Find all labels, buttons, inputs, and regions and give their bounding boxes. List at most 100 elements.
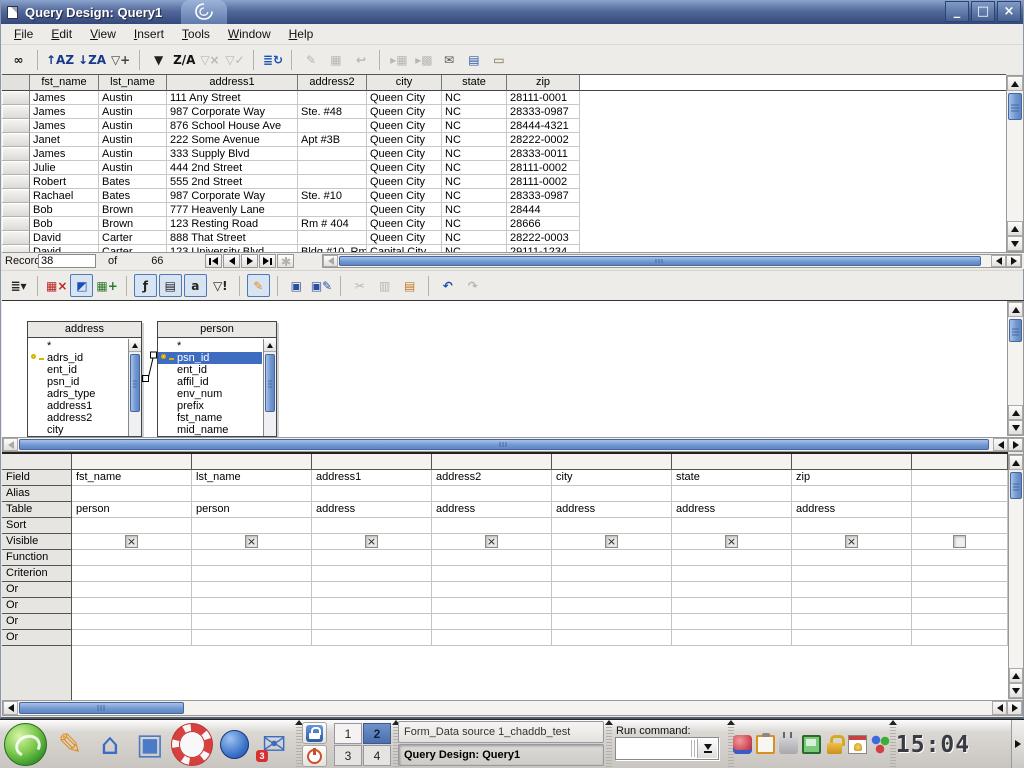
visible-checkbox[interactable]: × [845, 535, 858, 548]
design-cell[interactable] [72, 566, 192, 582]
design-cell[interactable]: address [672, 502, 792, 518]
table-cell[interactable]: 28444-4321 [507, 119, 580, 133]
data-to-text-icon[interactable]: ✉ [437, 48, 460, 71]
table-cell[interactable]: Austin [99, 161, 167, 175]
design-cell[interactable] [72, 630, 192, 646]
column-header-city[interactable]: city [367, 75, 442, 91]
design-column-header[interactable] [192, 454, 312, 470]
design-cell[interactable] [72, 582, 192, 598]
design-cell[interactable] [192, 486, 312, 502]
table-cell[interactable] [298, 161, 367, 175]
design-cell-visible[interactable]: × [432, 534, 552, 550]
field-item[interactable]: * [28, 340, 127, 352]
table-cell[interactable]: NC [442, 203, 507, 217]
table-cell[interactable]: 28222-0003 [507, 231, 580, 245]
table-window-title[interactable]: person [158, 322, 276, 338]
design-cell[interactable] [312, 582, 432, 598]
design-cell[interactable] [912, 470, 1008, 486]
design-cell[interactable] [912, 614, 1008, 630]
field-item[interactable]: psn_id [28, 376, 127, 388]
table-cell[interactable]: Queen City [367, 231, 442, 245]
table-cell[interactable]: James [30, 119, 99, 133]
design-cell[interactable] [912, 630, 1008, 646]
design-cell[interactable] [72, 550, 192, 566]
table-cell[interactable]: Austin [99, 105, 167, 119]
table-cell[interactable]: Queen City [367, 119, 442, 133]
table-window-person[interactable]: person*psn_ident_idaffil_idenv_numprefix… [157, 321, 277, 437]
table-cell[interactable]: Bates [99, 175, 167, 189]
undo-icon[interactable]: ↶ [436, 274, 459, 297]
visible-checkbox[interactable]: × [245, 535, 258, 548]
table-cell[interactable]: 888 That Street [167, 231, 298, 245]
table-cell[interactable]: Ste. #48 [298, 105, 367, 119]
scroll-down-button[interactable] [1008, 420, 1023, 435]
design-cell[interactable] [792, 630, 912, 646]
design-cell[interactable]: city [552, 470, 672, 486]
table-cell[interactable]: Queen City [367, 175, 442, 189]
table-cell[interactable]: 123 University Blvd [167, 245, 298, 252]
column-header-address2[interactable]: address2 [298, 75, 367, 91]
visible-checkbox[interactable]: × [485, 535, 498, 548]
scrollbar-thumb[interactable] [1009, 319, 1022, 342]
design-cell[interactable] [72, 598, 192, 614]
scroll-right-button[interactable] [1006, 255, 1021, 267]
table-cell[interactable]: NC [442, 119, 507, 133]
design-column-header[interactable] [72, 454, 192, 470]
design-cell[interactable] [312, 486, 432, 502]
functions-icon[interactable]: ƒ [134, 274, 157, 297]
add-table-icon[interactable]: ▦+ [95, 274, 118, 297]
table-scrollbar[interactable] [128, 339, 141, 436]
design-cell[interactable] [792, 614, 912, 630]
design-cell[interactable] [912, 486, 1008, 502]
scrollbar-thumb[interactable] [1010, 472, 1022, 499]
design-cell[interactable] [912, 502, 1008, 518]
table-cell[interactable]: Bob [30, 217, 99, 231]
visible-checkbox[interactable]: × [725, 535, 738, 548]
visible-checkbox[interactable] [953, 535, 966, 548]
design-cell-visible[interactable]: × [792, 534, 912, 550]
menu-tools[interactable]: Tools [173, 25, 219, 43]
alias-icon[interactable]: a [184, 274, 207, 297]
design-cell[interactable] [312, 614, 432, 630]
record-number-input[interactable] [38, 254, 96, 268]
design-cell[interactable] [792, 518, 912, 534]
design-cell[interactable] [912, 598, 1008, 614]
design-column-header[interactable] [312, 454, 432, 470]
table-cell[interactable]: Rm # 404 [298, 217, 367, 231]
scrollbar-thumb[interactable] [19, 702, 184, 714]
design-cell[interactable] [72, 486, 192, 502]
table-cell[interactable] [298, 91, 367, 105]
clock[interactable]: 15:04 [897, 720, 969, 768]
design-cell[interactable] [312, 550, 432, 566]
menu-help[interactable]: Help [280, 25, 323, 43]
design-cell-visible[interactable]: × [72, 534, 192, 550]
table-cell[interactable]: Capital City [367, 245, 442, 252]
menu-insert[interactable]: Insert [125, 25, 173, 43]
table-cell[interactable]: NC [442, 133, 507, 147]
table-cell[interactable]: NC [442, 245, 507, 252]
sort-ascending-icon[interactable]: ↑AZ [45, 48, 75, 71]
help-launcher[interactable] [172, 724, 212, 764]
scroll-up-button[interactable] [1008, 405, 1023, 420]
design-cell[interactable] [672, 566, 792, 582]
table-cell[interactable]: Carter [99, 245, 167, 252]
minimize-button[interactable]: _ [945, 1, 969, 22]
table-cell[interactable]: James [30, 91, 99, 105]
table-cell[interactable]: NC [442, 161, 507, 175]
design-cell[interactable]: address [432, 502, 552, 518]
table-cell[interactable]: 28111-0002 [507, 161, 580, 175]
design-cell[interactable]: address [552, 502, 672, 518]
design-cell[interactable] [432, 486, 552, 502]
table-cell[interactable]: Austin [99, 119, 167, 133]
autofilter-icon[interactable]: ▽+ [109, 48, 132, 71]
table-cell[interactable]: 987 Corporate Way [167, 189, 298, 203]
home-launcher[interactable]: ⌂ [90, 724, 130, 764]
table-cell[interactable]: David [30, 245, 99, 252]
scroll-right-button[interactable] [1007, 701, 1022, 715]
field-item[interactable]: adrs_type [28, 388, 127, 400]
run-command-input[interactable] [617, 739, 689, 758]
design-cell[interactable]: lst_name [192, 470, 312, 486]
design-cell-visible[interactable] [912, 534, 1008, 550]
table-cell[interactable]: Austin [99, 133, 167, 147]
design-cell[interactable] [312, 630, 432, 646]
